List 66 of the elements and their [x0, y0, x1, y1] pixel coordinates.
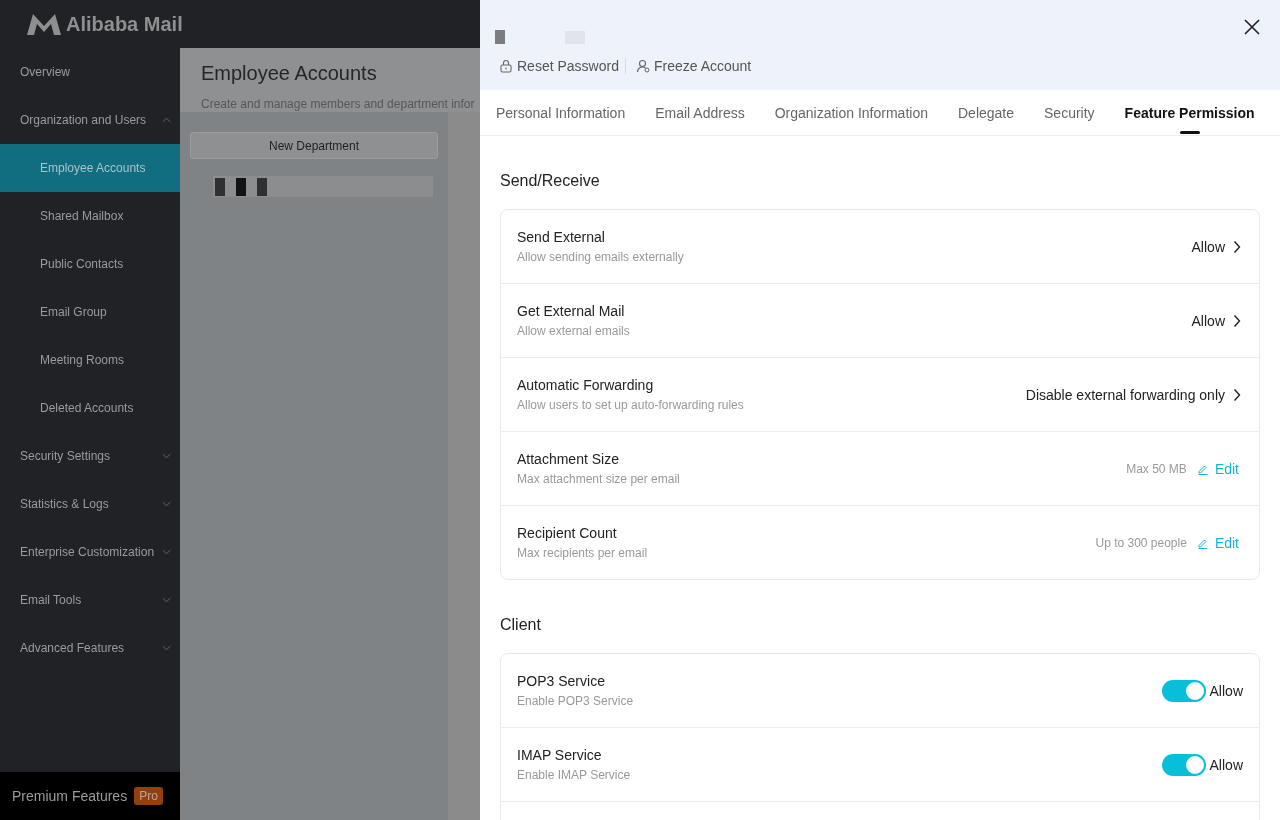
- setting-title: Recipient Count: [517, 525, 618, 541]
- setting-value: Up to 300 people: [1095, 535, 1187, 550]
- sidebar-subitem[interactable]: Shared Mailbox: [0, 192, 180, 240]
- chevron-right-icon: [1233, 387, 1241, 402]
- setting-description: Max attachment size per email: [517, 472, 680, 486]
- tab[interactable]: Feature Permission: [1124, 90, 1255, 135]
- toggle-switch[interactable]: [1161, 679, 1206, 702]
- tab[interactable]: Personal Information: [496, 90, 626, 135]
- setting-title: IMAP Service: [517, 747, 603, 763]
- pro-badge: Pro: [134, 787, 163, 805]
- tab[interactable]: Security: [1044, 90, 1095, 135]
- chevron-down-icon: [162, 453, 171, 459]
- section-title: Send/Receive: [500, 172, 601, 190]
- sidebar-subitem[interactable]: Email Group: [0, 288, 180, 336]
- sidebar-subitem[interactable]: Meeting Rooms: [0, 336, 180, 384]
- sidebar-item[interactable]: Overview: [0, 48, 180, 96]
- setting-title: Attachment Size: [517, 451, 620, 467]
- toggle-label: Allow: [1209, 756, 1243, 773]
- premium-features-bar[interactable]: Premium Features Pro: [0, 772, 180, 820]
- sidebar-subitem[interactable]: Public Contacts: [0, 240, 180, 288]
- page-title: Employee Accounts: [201, 62, 377, 85]
- toggle-label: Allow: [1209, 682, 1243, 699]
- sidebar-subitem[interactable]: Employee Accounts: [0, 144, 180, 192]
- lock-icon: [499, 59, 513, 73]
- chevron-right-icon: [1233, 313, 1241, 328]
- setting-title: Automatic Forwarding: [517, 377, 655, 393]
- redacted-department-row[interactable]: [213, 176, 433, 197]
- toggle-switch[interactable]: [1161, 753, 1206, 776]
- sidebar-subitem[interactable]: Deleted Accounts: [0, 384, 180, 432]
- tab[interactable]: Email Address: [655, 90, 745, 135]
- tab[interactable]: Delegate: [958, 90, 1015, 135]
- setting-description: Allow external emails: [517, 324, 630, 338]
- chevron-up-icon: [162, 117, 171, 123]
- freeze-account-link[interactable]: Freeze Account: [653, 58, 752, 74]
- sidebar-item[interactable]: Enterprise Customization: [0, 528, 180, 576]
- chevron-down-icon: [162, 549, 171, 555]
- sidebar-item[interactable]: Advanced Features: [0, 624, 180, 672]
- chevron-down-icon: [162, 501, 171, 507]
- setting-description: Enable POP3 Service: [517, 694, 634, 708]
- close-icon[interactable]: [1244, 19, 1260, 35]
- setting-value: Max 50 MB: [1126, 461, 1187, 476]
- chevron-right-icon: [1233, 239, 1241, 254]
- setting-description: Allow users to set up auto-forwarding rules: [517, 398, 744, 412]
- setting-description: Enable IMAP Service: [517, 768, 631, 782]
- redaction-mark: [495, 30, 505, 44]
- setting-value-link[interactable]: Allow: [1191, 312, 1243, 329]
- user-icon: [635, 59, 650, 73]
- setting-description: Max recipients per email: [517, 546, 648, 560]
- setting-title: POP3 Service: [517, 673, 606, 689]
- setting-value-link[interactable]: Disable external forwarding only: [1025, 386, 1243, 403]
- reset-password-link[interactable]: Reset Password: [517, 58, 619, 74]
- chevron-down-icon: [162, 597, 171, 603]
- sidebar-item[interactable]: Organization and Users: [0, 96, 180, 144]
- logo-text: Alibaba Mail: [66, 12, 183, 36]
- sidebar-item[interactable]: Email Tools: [0, 576, 180, 624]
- new-department-button[interactable]: New Department: [190, 132, 438, 159]
- setting-description: Allow sending emails externally: [517, 250, 684, 264]
- logo-icon: [26, 12, 62, 36]
- section-title: Client: [500, 616, 542, 634]
- setting-title: Send External: [517, 229, 606, 245]
- chevron-down-icon: [162, 645, 171, 651]
- tab[interactable]: Organization Information: [774, 90, 928, 135]
- setting-title: Get External Mail: [517, 303, 626, 319]
- sidebar-item[interactable]: Security Settings: [0, 432, 180, 480]
- setting-value-link[interactable]: Allow: [1191, 238, 1243, 255]
- sidebar-item[interactable]: Statistics & Logs: [0, 480, 180, 528]
